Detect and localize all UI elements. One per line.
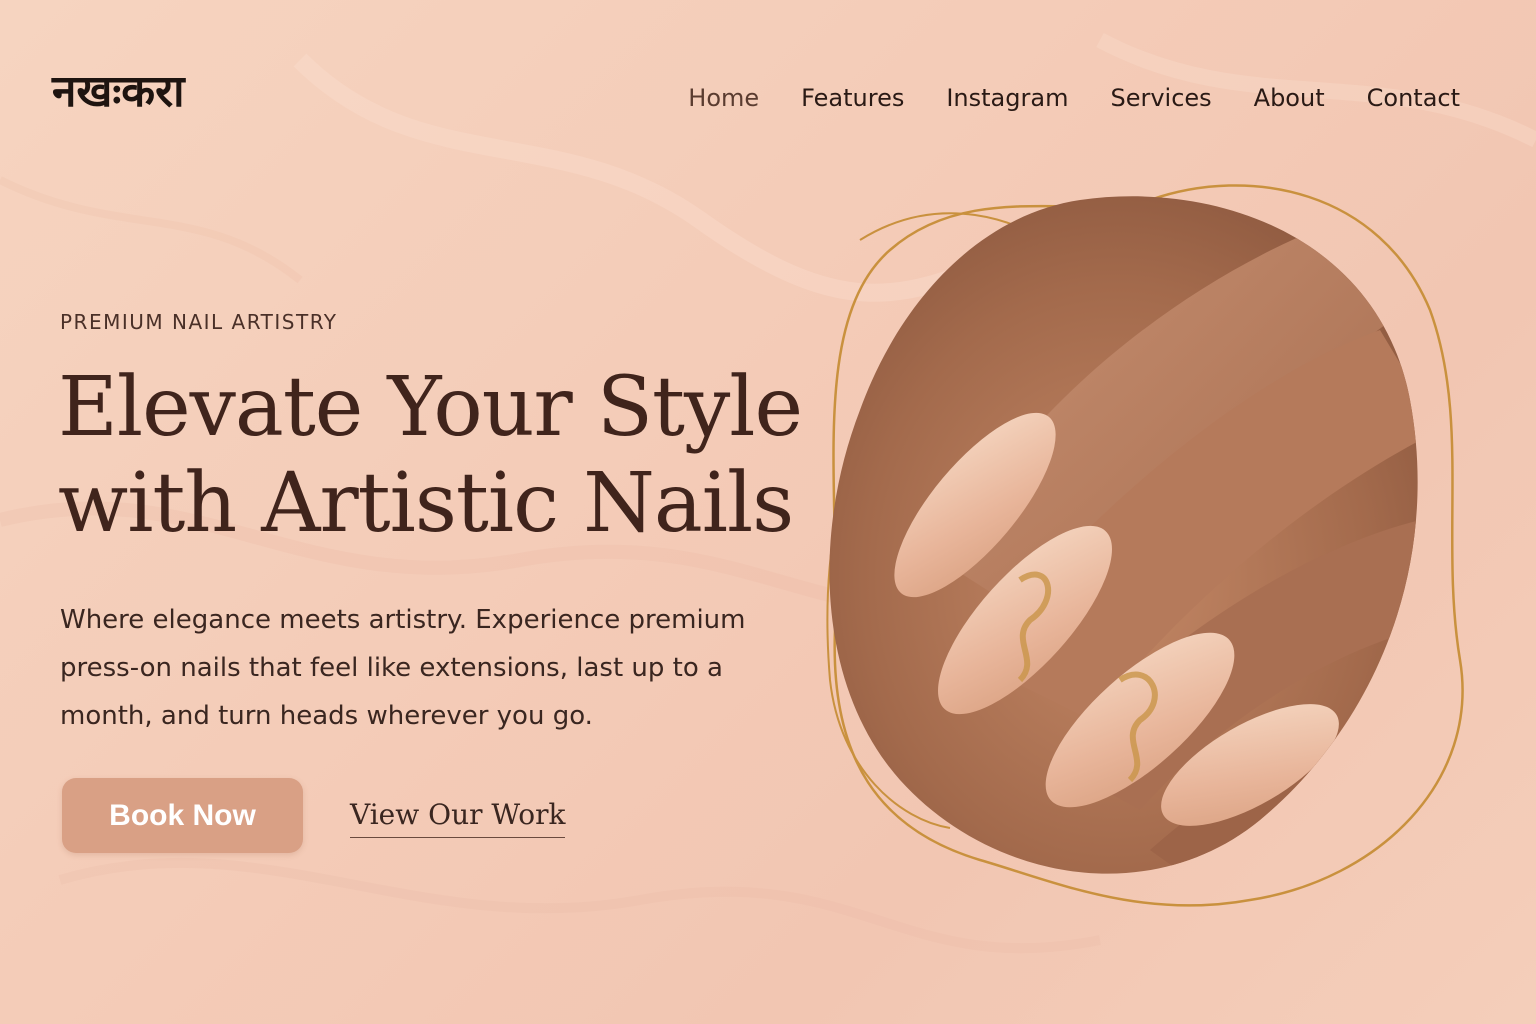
nail-photo [829, 196, 1418, 874]
nav-contact[interactable]: Contact [1367, 84, 1460, 112]
brand-logo[interactable]: नखःकरा [52, 70, 184, 114]
main-nav: Home Features Instagram Services About C… [688, 84, 1460, 112]
book-now-button[interactable]: Book Now [62, 778, 303, 853]
nav-features[interactable]: Features [801, 84, 904, 112]
hero-headline: Elevate Your Style with Artistic Nails [58, 360, 818, 552]
headline-line-1: Elevate Your Style [58, 360, 803, 455]
nav-about[interactable]: About [1254, 84, 1325, 112]
hero-subtext: Where elegance meets artistry. Experienc… [60, 605, 746, 731]
nav-home[interactable]: Home [688, 84, 759, 112]
nav-services[interactable]: Services [1110, 84, 1211, 112]
headline-line-2: with Artistic Nails [58, 456, 794, 551]
view-our-work-link[interactable]: View Our Work [350, 798, 566, 838]
hero-eyebrow: PREMIUM NAIL ARTISTRY [60, 310, 338, 334]
hero-image [826, 184, 1464, 907]
nav-instagram[interactable]: Instagram [946, 84, 1068, 112]
